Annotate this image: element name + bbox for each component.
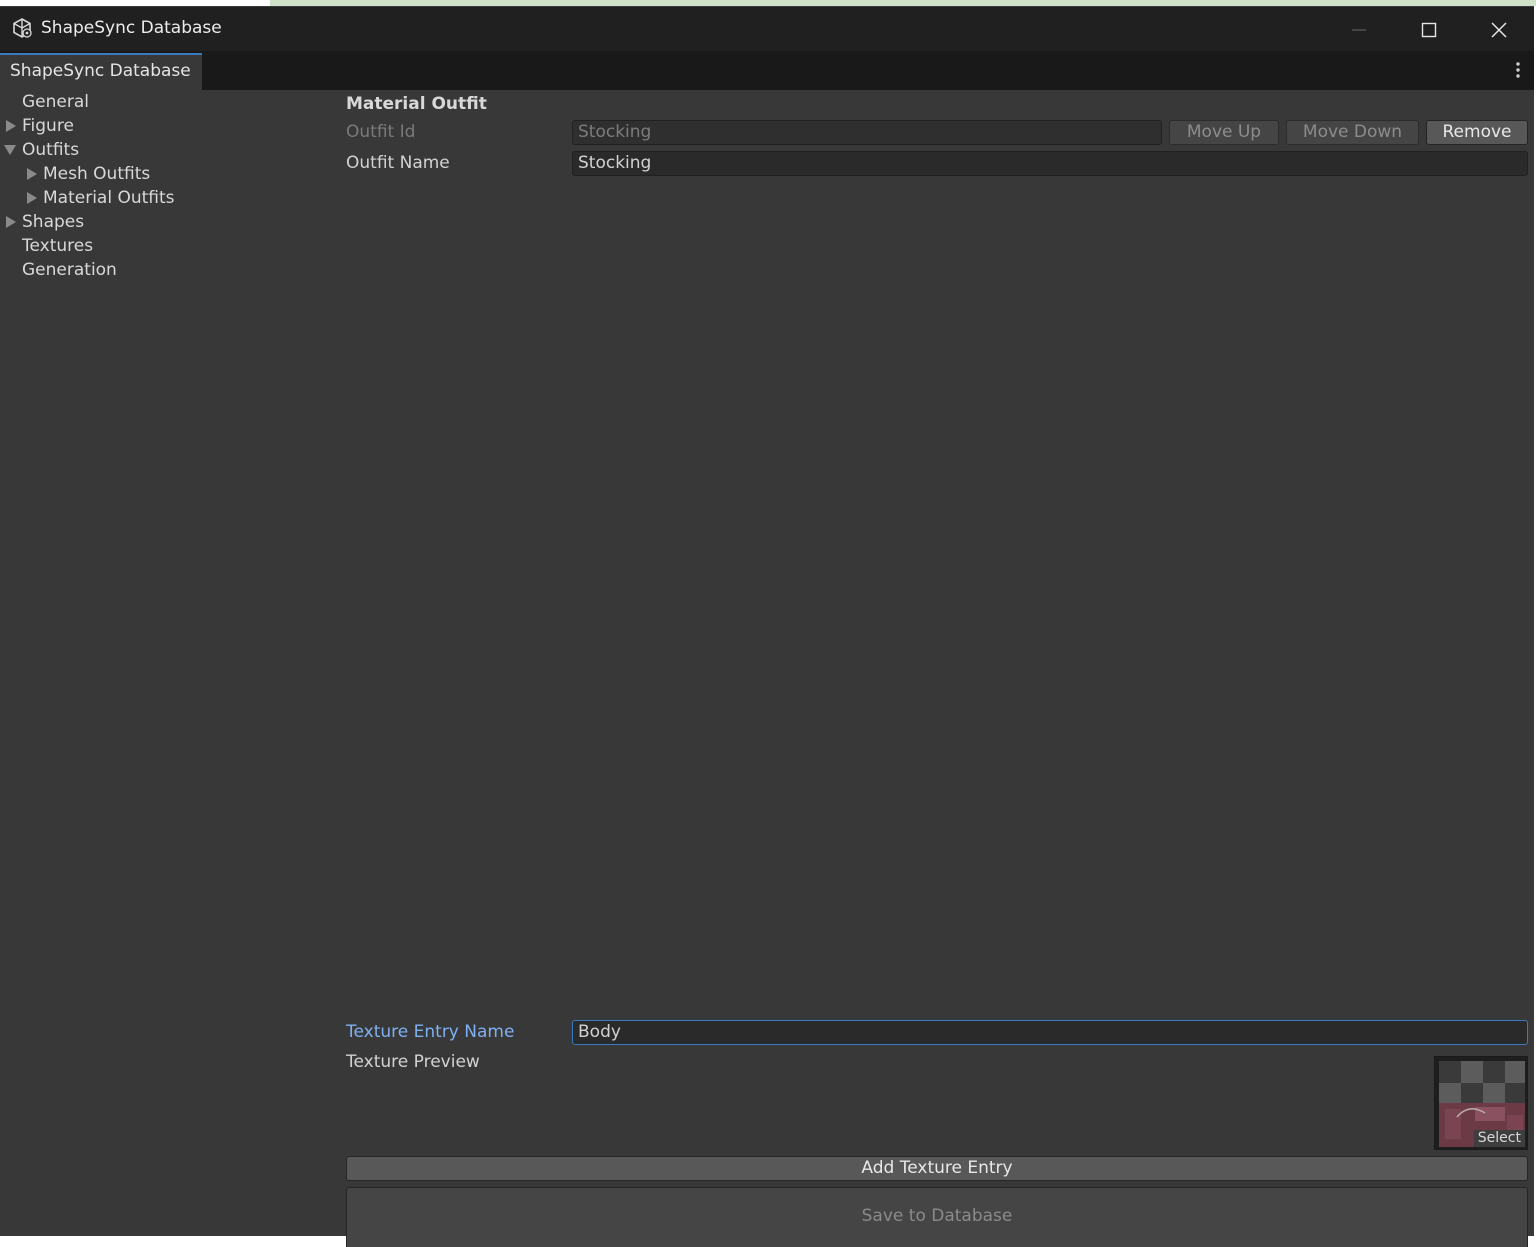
sidebar-item-label: Outfits — [22, 140, 80, 160]
close-button[interactable] — [1464, 7, 1534, 52]
sidebar-item-general[interactable]: General — [22, 90, 89, 114]
title-bar[interactable]: ShapeSync Database — [0, 6, 1534, 51]
more-options-icon[interactable] — [1516, 61, 1520, 79]
sidebar-item-mesh-outfits[interactable]: Mesh Outfits — [43, 162, 150, 186]
sidebar-item-textures[interactable]: Textures — [22, 234, 93, 258]
unity-cube-icon — [13, 18, 32, 38]
sidebar-item-shapes[interactable]: Shapes — [22, 210, 84, 234]
section-title: Material Outfit — [346, 94, 487, 114]
move-up-button[interactable]: Move Up — [1169, 120, 1279, 145]
outfit-id-label: Outfit Id — [346, 122, 416, 142]
move-down-button[interactable]: Move Down — [1286, 120, 1419, 145]
expand-arrow-icon[interactable] — [27, 192, 37, 204]
sidebar-item-label: Shapes — [22, 212, 85, 232]
sidebar-item-label: Textures — [22, 236, 94, 256]
texture-entry-name-label: Texture Entry Name — [346, 1022, 515, 1042]
collapse-arrow-icon[interactable] — [4, 145, 16, 155]
close-icon — [1491, 21, 1507, 38]
texture-entry-name-field[interactable]: Body — [572, 1020, 1528, 1045]
tab-bar: ShapeSync Database — [0, 51, 1534, 90]
outfit-name-field[interactable]: Stocking — [572, 151, 1528, 176]
remove-button[interactable]: Remove — [1426, 120, 1528, 145]
minimize-button[interactable] — [1324, 7, 1394, 52]
maximize-icon — [1421, 22, 1437, 37]
sidebar-item-label: Mesh Outfits — [43, 164, 151, 184]
outfit-id-field: Stocking — [572, 120, 1162, 145]
minimize-icon — [1352, 29, 1366, 30]
sidebar-item-material-outfits[interactable]: Material Outfits — [43, 186, 175, 210]
editor-window: ShapeSync Database ShapeSync Database Ge… — [0, 6, 1534, 1247]
sidebar-item-generation[interactable]: Generation — [22, 258, 117, 282]
sidebar-item-label: Material Outfits — [43, 188, 175, 208]
sidebar-item-label: Figure — [22, 116, 74, 136]
sidebar-item-outfits[interactable]: Outfits — [22, 138, 79, 162]
add-texture-entry-button[interactable]: Add Texture Entry — [346, 1156, 1528, 1181]
sidebar-tree: General Figure Outfits Mesh Outfits Mate… — [0, 90, 330, 1236]
texture-preview-thumbnail[interactable]: Select — [1434, 1056, 1528, 1150]
expand-arrow-icon[interactable] — [6, 120, 16, 132]
sidebar-item-label: Generation — [22, 260, 117, 280]
tab-shapesync-database[interactable]: ShapeSync Database — [0, 53, 202, 90]
expand-arrow-icon[interactable] — [27, 168, 37, 180]
sidebar-item-figure[interactable]: Figure — [22, 114, 74, 138]
window-title: ShapeSync Database — [41, 18, 222, 38]
save-to-database-button[interactable]: Save to Database — [346, 1187, 1528, 1247]
outfit-name-label: Outfit Name — [346, 153, 450, 173]
maximize-button[interactable] — [1394, 7, 1464, 52]
expand-arrow-icon[interactable] — [6, 216, 16, 228]
sidebar-item-label: General — [22, 92, 89, 112]
texture-select-button[interactable]: Select — [1473, 1130, 1525, 1147]
texture-preview-label: Texture Preview — [346, 1052, 480, 1072]
